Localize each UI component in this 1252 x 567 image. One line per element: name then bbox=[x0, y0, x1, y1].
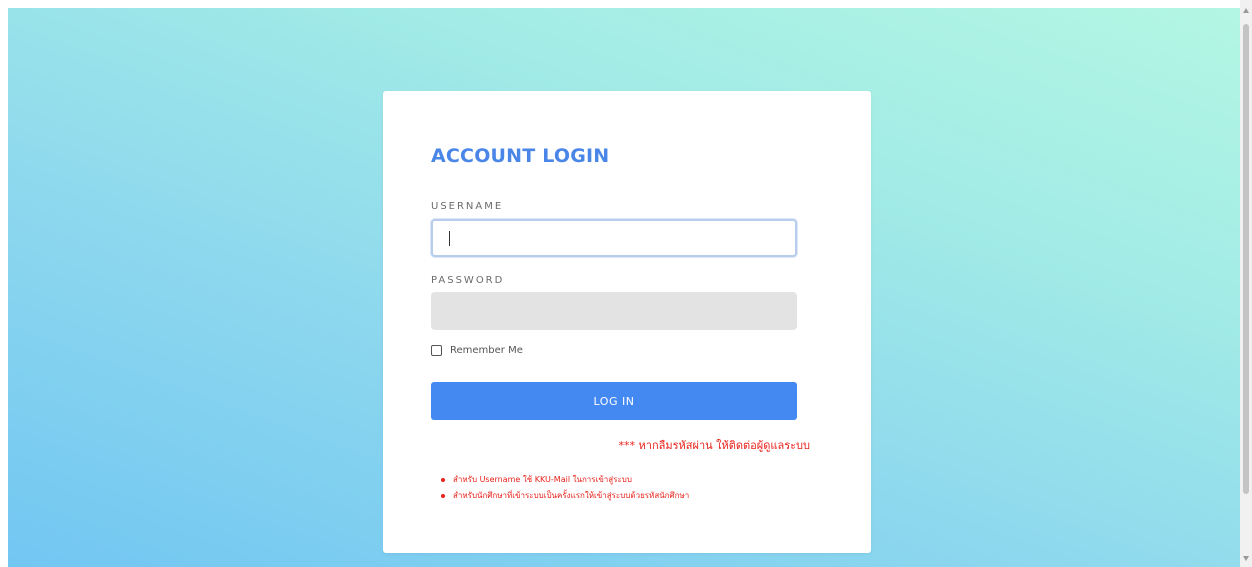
username-label: USERNAME bbox=[431, 201, 504, 212]
list-item: สำหรับ Username ใช้ KKU-Mail ในการเข้าสู… bbox=[441, 472, 689, 488]
remember-me[interactable]: Remember Me bbox=[431, 345, 523, 356]
scroll-down-icon[interactable] bbox=[1243, 556, 1249, 561]
bullet-icon bbox=[441, 494, 445, 498]
page-background: ACCOUNT LOGIN USERNAME PASSWORD Remember… bbox=[8, 8, 1240, 567]
remember-label: Remember Me bbox=[450, 345, 523, 356]
login-notes: สำหรับ Username ใช้ KKU-Mail ในการเข้าสู… bbox=[441, 472, 689, 504]
forgot-password-note: *** หากลืมรหัสผ่าน ให้ติดต่อผู้ดูแลระบบ bbox=[618, 439, 810, 452]
username-input[interactable] bbox=[431, 219, 797, 257]
password-input[interactable] bbox=[431, 292, 797, 330]
scroll-up-icon[interactable] bbox=[1243, 8, 1249, 13]
note-text: สำหรับ Username ใช้ KKU-Mail ในการเข้าสู… bbox=[453, 475, 632, 484]
note-text: สำหรับนักศึกษาที่เข้าระบบเป็นครั้งแรกให้… bbox=[453, 491, 690, 500]
vertical-scrollbar[interactable] bbox=[1240, 0, 1252, 567]
password-label: PASSWORD bbox=[431, 275, 505, 286]
login-button[interactable]: LOG IN bbox=[431, 382, 797, 420]
list-item: สำหรับนักศึกษาที่เข้าระบบเป็นครั้งแรกให้… bbox=[441, 488, 689, 504]
login-button-label: LOG IN bbox=[593, 394, 635, 408]
login-title: ACCOUNT LOGIN bbox=[431, 145, 610, 167]
scroll-thumb[interactable] bbox=[1243, 24, 1249, 494]
bullet-icon bbox=[441, 478, 445, 482]
remember-checkbox[interactable] bbox=[431, 345, 442, 356]
login-card: ACCOUNT LOGIN USERNAME PASSWORD Remember… bbox=[383, 91, 871, 553]
text-cursor bbox=[449, 231, 450, 246]
